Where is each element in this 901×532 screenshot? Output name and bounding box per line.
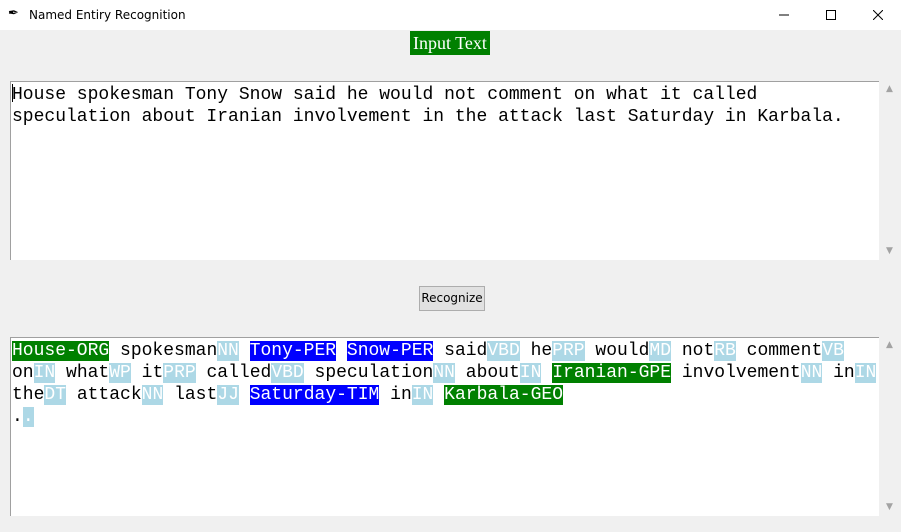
token-word: called	[206, 363, 272, 383]
token-word: not	[681, 341, 715, 361]
input-text-label: Input Text	[410, 31, 490, 55]
token-word: Iranian-GPE	[552, 363, 672, 383]
pos-tag: IN	[854, 363, 877, 383]
pos-tag: JJ	[217, 385, 239, 405]
input-scrollbar[interactable]: ▲ ▼	[879, 81, 900, 260]
window-title: Named Entiry Recognition	[29, 8, 186, 22]
minimize-icon	[779, 14, 789, 16]
pos-tag: WP	[109, 363, 131, 383]
pos-tag: PRP	[552, 341, 585, 361]
input-textbox[interactable]: House spokesman Tony Snow said he would …	[10, 81, 879, 260]
pos-tag: PRP	[163, 363, 196, 383]
pos-tag: VBD	[271, 363, 304, 383]
token-word: Karbala-GEO	[444, 385, 563, 405]
close-button[interactable]	[855, 0, 901, 30]
pos-tag: VBD	[487, 341, 520, 361]
close-icon	[873, 10, 883, 20]
token-word: it	[141, 363, 164, 383]
feather-icon: ✒	[8, 6, 19, 21]
output-scrollbar[interactable]: ▲ ▼	[879, 337, 900, 516]
pos-tag: DT	[44, 385, 67, 405]
input-text: House spokesman Tony Snow said he would …	[12, 85, 844, 127]
token-word: involvement	[681, 363, 801, 383]
pos-tag: .	[22, 407, 34, 427]
pos-tag: NN	[141, 385, 164, 405]
pos-tag: VB	[822, 341, 844, 361]
scroll-down-icon[interactable]: ▼	[879, 499, 900, 516]
output-tagged-text: House-ORG spokesmanNN Tony-PER Snow-PER …	[11, 338, 879, 428]
token-word: the	[12, 385, 45, 405]
title-bar: ✒ Named Entiry Recognition	[0, 0, 901, 30]
token-word: said	[444, 341, 488, 361]
scroll-up-icon[interactable]: ▲	[879, 337, 900, 354]
token-word: Tony-PER	[249, 341, 337, 361]
token-word: he	[530, 341, 553, 361]
token-word: spokesman	[120, 341, 218, 361]
token-word: comment	[746, 341, 823, 361]
recognize-button[interactable]: Recognize	[419, 286, 485, 311]
token-word: attack	[76, 385, 142, 405]
pos-tag: IN	[519, 363, 542, 383]
output-textbox[interactable]: House-ORG spokesmanNN Tony-PER Snow-PER …	[10, 337, 879, 516]
pos-tag: MD	[649, 341, 672, 361]
token-word: about	[465, 363, 520, 383]
token-word: last	[174, 385, 218, 405]
token-word: House-ORG	[12, 341, 110, 361]
token-word: speculation	[314, 363, 434, 383]
token-word: what	[66, 363, 110, 383]
token-word: in	[833, 363, 855, 383]
pos-tag: IN	[33, 363, 56, 383]
scroll-down-icon[interactable]: ▼	[879, 243, 900, 260]
pos-tag: RB	[714, 341, 736, 361]
token-word: in	[390, 385, 412, 405]
token-word: .	[12, 407, 23, 427]
maximize-icon	[826, 10, 836, 20]
token-word: on	[12, 363, 34, 383]
token-word: would	[595, 341, 650, 361]
token-word: Snow-PER	[346, 341, 434, 361]
pos-tag: NN	[800, 363, 823, 383]
token-word: Saturday-TIM	[249, 385, 380, 405]
pos-tag: NN	[217, 341, 239, 361]
scroll-up-icon[interactable]: ▲	[879, 81, 900, 98]
pos-tag: NN	[433, 363, 455, 383]
minimize-button[interactable]	[761, 0, 807, 30]
pos-tag: IN	[411, 385, 434, 405]
maximize-button[interactable]	[808, 0, 854, 30]
